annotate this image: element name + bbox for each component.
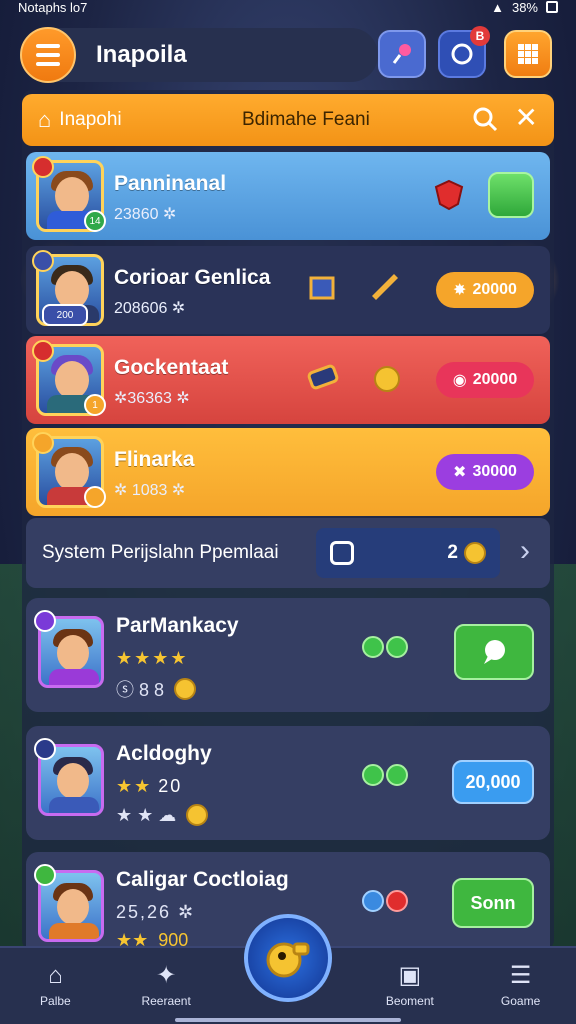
player-row[interactable]: 200 Corioar Genlica 208606 ✲ ✸ 20000 — [26, 246, 550, 334]
level-badge: 14 — [84, 210, 106, 232]
list-header: ⌂ Inapohi Bdimahe Feani ✕ — [22, 94, 554, 146]
value-button[interactable]: 20,000 — [452, 760, 534, 804]
player-card[interactable]: Acldoghy ★★ 20 ★ ★ ☁ 20,000 — [26, 726, 550, 840]
close-icon[interactable]: ✕ — [515, 104, 538, 132]
sonn-button[interactable]: Sonn — [452, 878, 534, 928]
gem-icon: ◉ — [452, 372, 467, 389]
screen-icon — [330, 541, 354, 565]
card-extras: ★ ★ ☁ — [116, 804, 209, 826]
player-score: ✲ 1083 ✲ — [114, 482, 186, 499]
player-row[interactable]: 14 Panninanal 23860 ✲ — [26, 152, 550, 240]
shield-icon — [434, 179, 464, 211]
app-bar: Inapoila B — [14, 22, 562, 88]
medal-icon — [374, 366, 400, 392]
player-name: Panninanal — [114, 172, 227, 195]
header-title: Inapohi — [59, 109, 122, 130]
sword-icon — [372, 274, 398, 300]
rank-badge — [34, 738, 56, 760]
card-score: 25,26 ✲ — [116, 902, 196, 922]
whistle-icon — [266, 942, 310, 978]
header-subtitle: Bdimahe Feani — [242, 109, 370, 130]
token-value-pill[interactable]: ✖ 30000 — [436, 454, 534, 490]
gem-value-pill[interactable]: ◉ 20000 — [436, 362, 534, 398]
rank-badge — [32, 156, 54, 178]
star-rating: ★★★★ — [116, 648, 189, 668]
logo-icon: ⌂ — [38, 107, 52, 132]
home-indicator — [175, 1018, 401, 1022]
system-label: System Perijslahn Ppemlaai — [42, 542, 279, 563]
nav-reeraent[interactable]: ✦ Reeraent — [111, 948, 222, 1024]
crate-icon — [309, 276, 335, 300]
pin-button[interactable] — [378, 30, 426, 78]
card-name: Acldoghy — [116, 742, 212, 765]
rank-badge — [34, 610, 56, 632]
gem-value: 20000 — [472, 371, 518, 388]
nav-beoment[interactable]: ▣ Beoment — [354, 948, 465, 1024]
pin-icon — [392, 44, 411, 64]
player-score: 208606 ✲ — [114, 300, 186, 317]
player-score: ✲36363 ✲ — [114, 390, 190, 407]
player-name: Flinarka — [114, 448, 195, 471]
system-status-box: 2 — [316, 528, 500, 578]
player-card[interactable]: ParMankacy ★★★★ ⓢ 8 8 — [26, 598, 550, 712]
card-name: Caligar Coctloiag — [116, 868, 289, 891]
rank-badge — [32, 340, 54, 362]
token-value: 30000 — [472, 463, 517, 480]
coin-value-pill[interactable]: ✸ 20000 — [436, 272, 534, 308]
menu-button[interactable] — [20, 27, 76, 83]
coin-value: 20000 — [472, 281, 517, 298]
select-button[interactable] — [488, 172, 534, 218]
system-count: 2 — [447, 542, 458, 563]
notification-button[interactable]: B — [438, 26, 490, 78]
status-dots — [362, 636, 408, 658]
player-name: Gockentaat — [114, 356, 229, 379]
battery-text: 38% — [511, 0, 538, 15]
token-icon: ✖ — [453, 464, 467, 481]
chat-button[interactable] — [454, 624, 534, 680]
phone-icon — [307, 364, 339, 390]
status-bar: Notaphs lo7 ▲ 38% — [0, 0, 576, 15]
card-name: ParMankacy — [116, 614, 239, 637]
star-rating: ★★ 20 — [116, 776, 183, 796]
system-row[interactable]: System Perijslahn Ppemlaai 2 › — [26, 518, 550, 588]
coin-icon: ✸ — [453, 282, 467, 299]
rank-badge — [32, 432, 54, 454]
home-icon: ⌂ — [48, 962, 63, 989]
grid-icon — [518, 44, 538, 64]
gold-icon — [186, 804, 209, 826]
inbox-icon: ▣ — [398, 962, 422, 989]
notification-badge: B — [470, 26, 490, 46]
battery-icon — [546, 1, 558, 13]
level-badge: 200 — [42, 304, 88, 326]
chevron-right-icon[interactable]: › — [520, 534, 530, 568]
level-badge — [84, 486, 106, 508]
search-icon[interactable] — [472, 106, 498, 132]
status-carrier: Notaphs lo7 — [18, 0, 88, 15]
player-name: Corioar Genlica — [114, 266, 271, 289]
status-dots — [362, 890, 408, 912]
grid-menu-button[interactable] — [504, 30, 552, 78]
rank-badge — [34, 864, 56, 886]
coin-icon — [464, 542, 486, 564]
chat-bubble-icon — [484, 640, 505, 664]
status-dots — [362, 764, 408, 786]
nav-palbe[interactable]: ⌂ Palbe — [0, 948, 111, 1024]
emblem-icon: ✦ — [156, 962, 177, 989]
play-fab-button[interactable] — [244, 914, 332, 1002]
chat-icon — [451, 43, 473, 65]
rank-badge — [32, 250, 54, 272]
player-row[interactable]: Flinarka ✲ 1083 ✲ ✖ 30000 — [26, 428, 550, 516]
nav-goame[interactable]: ☰ Goame — [465, 948, 576, 1024]
menu-icon: ☰ — [509, 962, 532, 989]
signal-icon: ▲ — [491, 0, 504, 15]
player-score: 23860 ✲ — [114, 206, 177, 223]
card-extras: ⓢ 8 8 — [116, 676, 197, 702]
gold-icon — [174, 678, 197, 700]
player-row[interactable]: 1 Gockentaat ✲36363 ✲ ◉ 20000 — [26, 336, 550, 424]
level-badge: 1 — [84, 394, 106, 416]
